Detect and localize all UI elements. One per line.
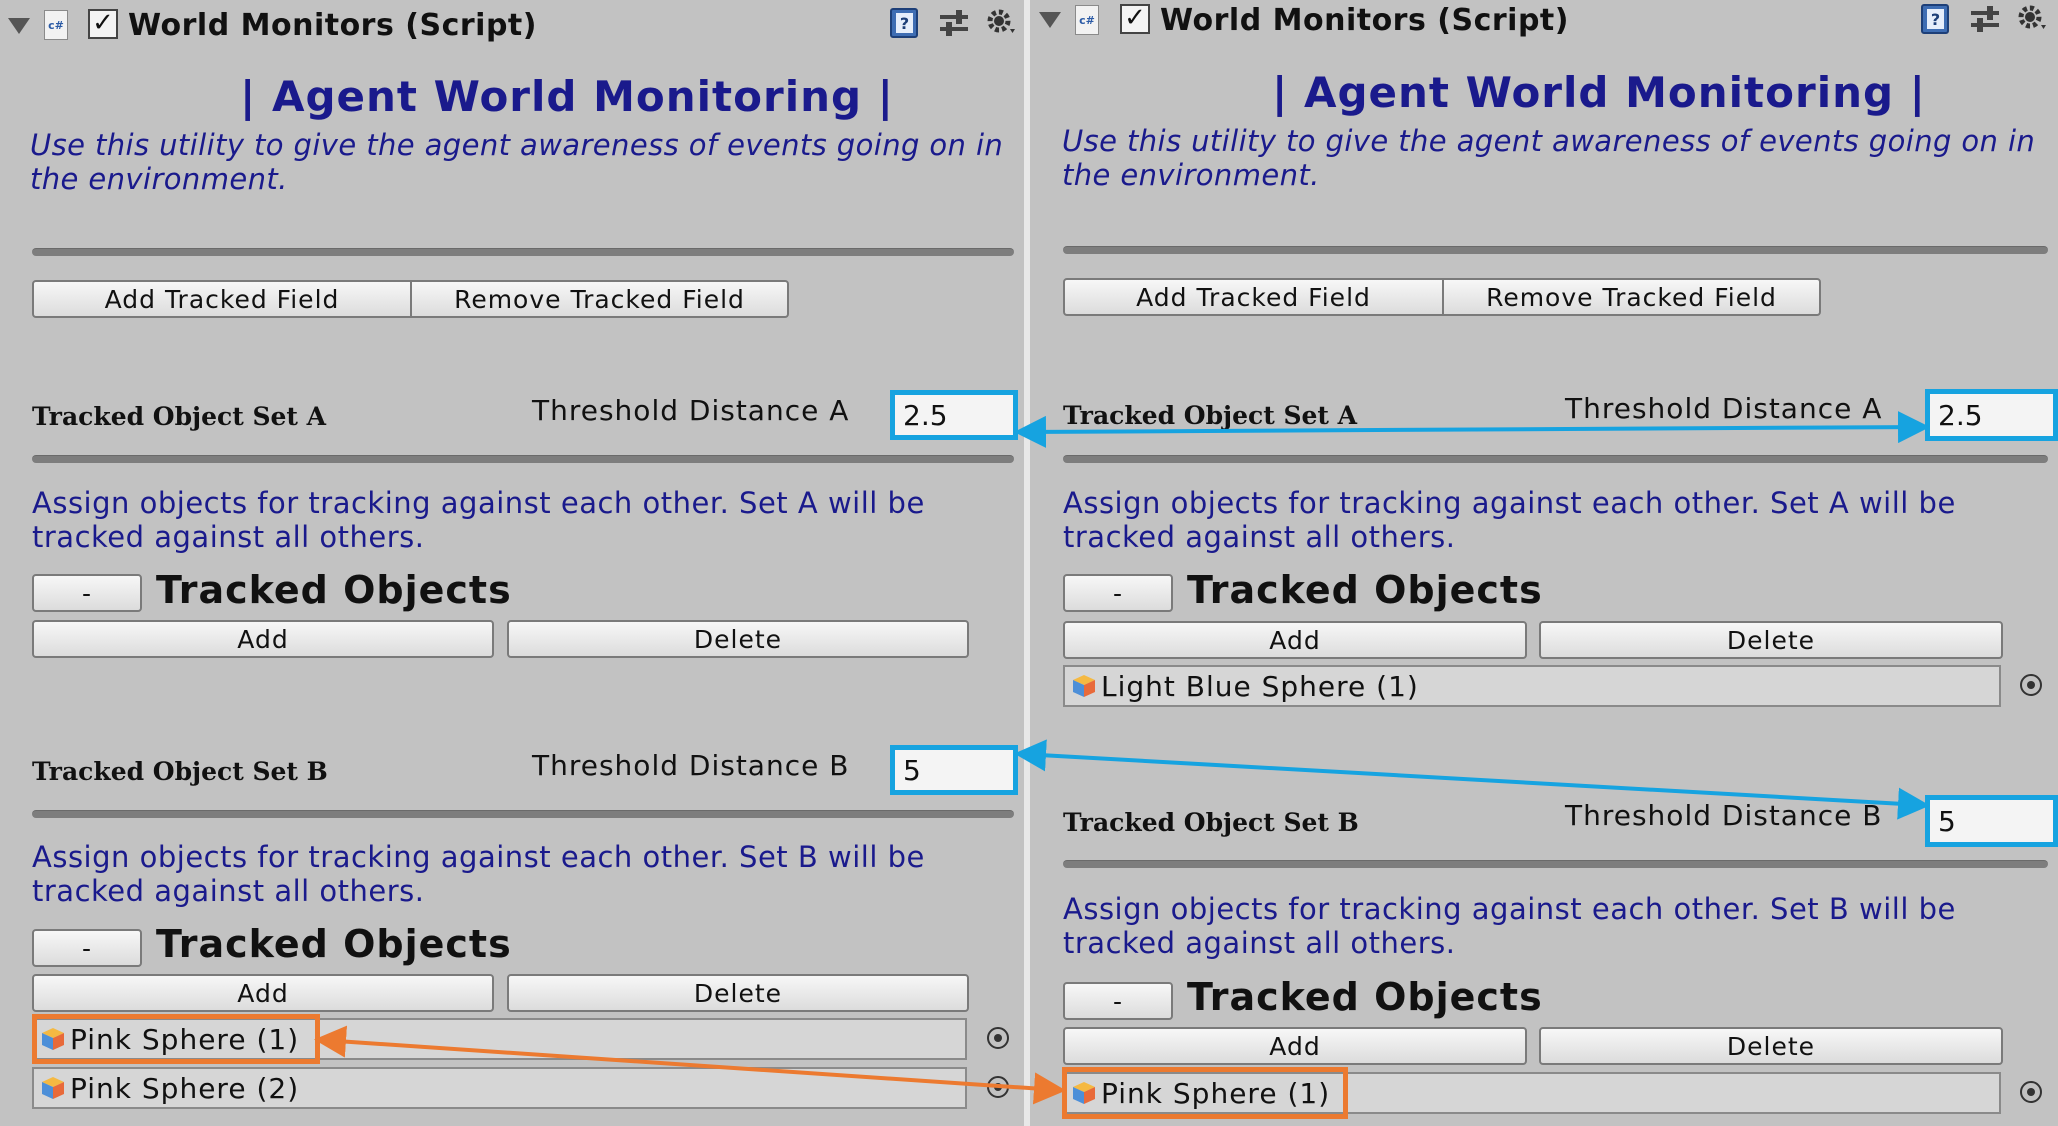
enabled-checkbox[interactable]: ✓ xyxy=(88,9,118,39)
component-title: World Monitors (Script) xyxy=(128,8,537,43)
object-picker-icon[interactable] xyxy=(2020,674,2042,696)
set-a-label: Tracked Object Set A xyxy=(1063,401,1358,430)
add-tracked-field-button[interactable]: Add Tracked Field xyxy=(32,280,412,318)
description-text: Use this utility to give the agent aware… xyxy=(1062,124,2036,192)
preset-sliders-icon[interactable] xyxy=(1968,2,2002,36)
settings-gear-icon[interactable] xyxy=(2016,2,2050,36)
component-title: World Monitors (Script) xyxy=(1160,3,1569,38)
object-picker-icon[interactable] xyxy=(987,1076,1009,1098)
cs-script-icon: c# xyxy=(44,10,68,40)
set-a-collapse-button[interactable]: - xyxy=(32,574,142,612)
set-b-assign-text: Assign objects for tracking against each… xyxy=(1063,892,1956,960)
set-b-collapse-button[interactable]: - xyxy=(1063,982,1173,1020)
remove-tracked-field-button[interactable]: Remove Tracked Field xyxy=(411,280,789,318)
separator xyxy=(1063,860,2048,868)
preset-sliders-icon[interactable] xyxy=(937,6,971,40)
object-picker-icon[interactable] xyxy=(2020,1081,2042,1103)
foldout-arrow-icon[interactable] xyxy=(1039,12,1061,28)
set-a-add-button[interactable]: Add xyxy=(1063,621,1527,659)
set-a-assign-text: Assign objects for tracking against each… xyxy=(1063,486,1956,554)
set-b-assign-text: Assign objects for tracking against each… xyxy=(32,840,925,908)
threshold-a-label: Threshold Distance A xyxy=(532,394,850,427)
set-a-tracked-objects-title: Tracked Objects xyxy=(1187,568,1543,612)
cube-prefab-icon xyxy=(1073,675,1095,697)
inspector-panel-left: c# ✓ World Monitors (Script) ? | Agent W… xyxy=(0,0,1024,1126)
separator xyxy=(1063,246,2048,254)
enabled-checkbox[interactable]: ✓ xyxy=(1120,4,1150,34)
threshold-b-label: Threshold Distance B xyxy=(532,749,850,782)
object-field[interactable]: Light Blue Sphere (1) xyxy=(1063,665,2001,707)
separator xyxy=(32,455,1014,463)
object-field[interactable]: Pink Sphere (2) xyxy=(32,1067,967,1109)
set-b-add-button[interactable]: Add xyxy=(1063,1027,1527,1065)
settings-gear-icon[interactable] xyxy=(985,6,1019,40)
set-b-collapse-button[interactable]: - xyxy=(32,929,142,967)
set-a-add-button[interactable]: Add xyxy=(32,620,494,658)
object-field-label: Light Blue Sphere (1) xyxy=(1101,669,1419,703)
inspector-panel-right: c# ✓ World Monitors (Script) ? | Agent W… xyxy=(1030,0,2058,1126)
set-a-assign-text: Assign objects for tracking against each… xyxy=(32,486,925,554)
main-title: | Agent World Monitoring | xyxy=(1272,68,1927,117)
set-b-tracked-objects-title: Tracked Objects xyxy=(156,922,512,966)
cube-prefab-icon xyxy=(42,1077,64,1099)
svg-text:?: ? xyxy=(1931,10,1940,29)
threshold-a-field[interactable]: 2.5 xyxy=(1925,389,2058,441)
main-title: | Agent World Monitoring | xyxy=(240,72,895,121)
add-tracked-field-button[interactable]: Add Tracked Field xyxy=(1063,278,1444,316)
set-a-collapse-button[interactable]: - xyxy=(1063,574,1173,612)
object-picker-icon[interactable] xyxy=(987,1027,1009,1049)
set-b-add-button[interactable]: Add xyxy=(32,974,494,1012)
highlight-box xyxy=(32,1014,320,1064)
set-b-label: Tracked Object Set B xyxy=(1063,808,1359,837)
threshold-b-field[interactable]: 5 xyxy=(890,745,1018,795)
set-b-delete-button[interactable]: Delete xyxy=(1539,1027,2003,1065)
set-b-label: Tracked Object Set B xyxy=(32,757,328,786)
highlight-box xyxy=(1062,1067,1348,1119)
help-book-icon[interactable]: ? xyxy=(1918,2,1952,36)
threshold-a-label: Threshold Distance A xyxy=(1565,392,1883,425)
threshold-a-field[interactable]: 2.5 xyxy=(890,390,1018,440)
svg-text:?: ? xyxy=(900,14,909,33)
set-b-tracked-objects-title: Tracked Objects xyxy=(1187,975,1543,1019)
set-b-delete-button[interactable]: Delete xyxy=(507,974,969,1012)
threshold-b-label: Threshold Distance B xyxy=(1565,799,1883,832)
description-text: Use this utility to give the agent aware… xyxy=(30,128,1004,196)
cs-script-icon: c# xyxy=(1075,5,1099,35)
help-book-icon[interactable]: ? xyxy=(887,6,921,40)
remove-tracked-field-button[interactable]: Remove Tracked Field xyxy=(1443,278,1821,316)
foldout-arrow-icon[interactable] xyxy=(8,18,30,34)
set-a-delete-button[interactable]: Delete xyxy=(507,620,969,658)
threshold-b-field[interactable]: 5 xyxy=(1925,795,2058,847)
set-a-delete-button[interactable]: Delete xyxy=(1539,621,2003,659)
separator xyxy=(32,810,1014,818)
object-field-label: Pink Sphere (2) xyxy=(70,1071,300,1105)
separator xyxy=(1063,455,2048,463)
set-a-tracked-objects-title: Tracked Objects xyxy=(156,568,512,612)
set-a-label: Tracked Object Set A xyxy=(32,402,327,431)
separator xyxy=(32,248,1014,256)
